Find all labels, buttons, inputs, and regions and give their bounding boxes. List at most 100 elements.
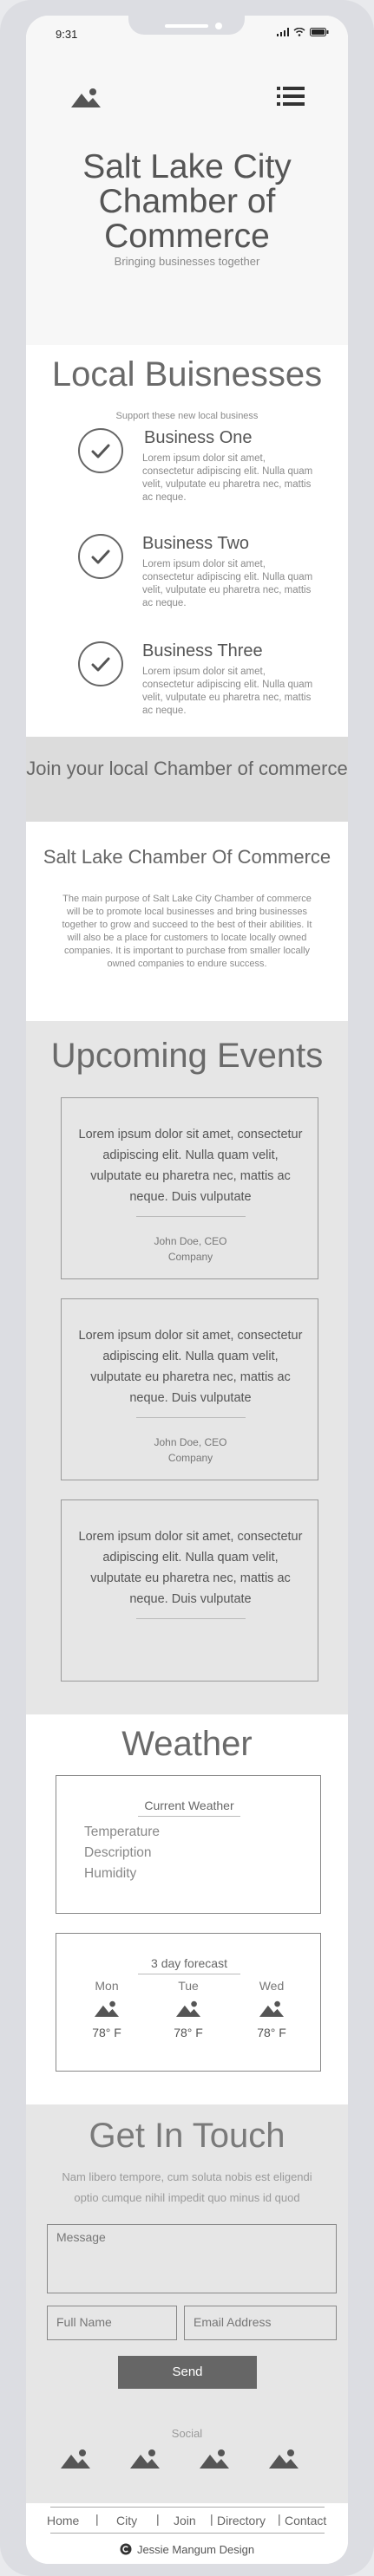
page-subtitle: Bringing businesses together <box>114 255 260 268</box>
logo-image-icon[interactable] <box>71 87 101 107</box>
weather-image-icon <box>259 2000 284 2017</box>
event-text: Lorem ipsum dolor sit amet, consectetur … <box>78 1329 303 1405</box>
contact-title: Get In Touch <box>89 2117 285 2155</box>
event-author-company: Company <box>167 1251 213 1263</box>
events-title: Upcoming Events <box>50 1037 324 1075</box>
check-circle-icon <box>78 534 123 579</box>
event-text: Lorem ipsum dolor sit amet, consectetur … <box>78 1530 303 1606</box>
event-author: John Doe, CEO Company <box>62 1233 319 1265</box>
forecast-temp: 78° F <box>257 2026 286 2039</box>
forecast-day-name: Mon <box>95 1979 119 1993</box>
signal-icon <box>276 28 289 36</box>
join-banner-text: Join your local Chamber of commerce <box>26 758 348 779</box>
forecast-card: 3 day forecast Mon 78° F Tue 78° F Wed 7… <box>56 1933 321 2072</box>
full-name-field[interactable]: Full Name <box>47 2306 177 2340</box>
divider <box>138 1816 240 1817</box>
footer-link-directory[interactable]: Directory <box>217 2514 266 2527</box>
event-author-name: John Doe, CEO <box>154 1235 227 1247</box>
site-footer: Home | City | Join | Directory | Contact… <box>26 2503 348 2564</box>
footer-link-join[interactable]: Join <box>174 2514 196 2527</box>
local-businesses-subtitle: Support these new local business <box>115 411 259 421</box>
chamber-description: The main purpose of Salt Lake City Chamb… <box>62 894 312 969</box>
weather-description: Description <box>84 1845 152 1860</box>
business-item[interactable]: Business Two Lorem ipsum dolor sit amet,… <box>78 534 338 629</box>
forecast-caption: 3 day forecast <box>151 1956 227 1970</box>
event-card[interactable]: Lorem ipsum dolor sit amet, consectetur … <box>61 1298 318 1480</box>
weather-section: Weather Current Weather Temperature Desc… <box>26 1714 348 2104</box>
forecast-day: Wed 78° F <box>246 1979 298 2039</box>
event-text: Lorem ipsum dolor sit amet, consectetur … <box>78 1128 303 1204</box>
weather-temperature: Temperature <box>84 1825 161 1839</box>
footer-link-home[interactable]: Home <box>47 2514 79 2527</box>
phone-screen: 9:31 Salt Lake City Chamber of Commerce … <box>26 16 348 2564</box>
email-field[interactable]: Email Address <box>184 2306 337 2340</box>
status-icons <box>276 27 329 39</box>
event-author-name: John Doe, CEO <box>154 1436 227 1448</box>
social-image-icon[interactable] <box>61 2448 90 2469</box>
hamburger-menu-icon[interactable] <box>277 87 305 106</box>
forecast-temp: 78° F <box>92 2026 121 2039</box>
current-weather-card: Current Weather Temperature Description … <box>56 1775 321 1914</box>
page-title: Salt Lake City Chamber of Commerce <box>82 148 292 255</box>
forecast-temp: 78° F <box>174 2026 203 2039</box>
chamber-title: Salt Lake Chamber Of Commerce <box>43 846 331 868</box>
copyright-text: Jessie Mangum Design <box>136 2543 255 2556</box>
divider <box>136 1417 246 1418</box>
footer-separator: | <box>278 2512 281 2526</box>
business-item[interactable]: Business Three Lorem ipsum dolor sit ame… <box>78 641 338 737</box>
local-businesses-title: Local Buisnesses <box>51 355 323 394</box>
weather-humidity: Humidity <box>84 1866 137 1881</box>
social-label: Social <box>171 2427 203 2440</box>
business-name: Business Two <box>142 534 250 553</box>
contact-section: Get In Touch Nam libero tempore, cum sol… <box>26 2104 348 2521</box>
battery-icon <box>310 28 329 36</box>
business-description: Lorem ipsum dolor sit amet, consectetur … <box>142 453 313 503</box>
weather-title: Weather <box>121 1725 253 1763</box>
camera <box>215 23 222 29</box>
divider <box>50 2507 325 2508</box>
business-name: Business Three <box>142 641 263 660</box>
site-header: Salt Lake City Chamber of Commerce Bring… <box>26 50 348 345</box>
weather-image-icon <box>176 2000 200 2017</box>
social-image-icon[interactable] <box>269 2448 299 2469</box>
forecast-day-name: Tue <box>178 1979 199 1993</box>
current-weather-caption: Current Weather <box>144 1799 234 1812</box>
event-card[interactable]: Lorem ipsum dolor sit amet, consectetur … <box>61 1499 318 1682</box>
contact-subtitle: Nam libero tempore, cum soluta nobis est… <box>62 2170 312 2204</box>
divider <box>136 1216 246 1217</box>
footer-link-contact[interactable]: Contact <box>285 2514 326 2527</box>
forecast-day: Tue 78° F <box>162 1979 214 2039</box>
wifi-icon <box>293 27 305 36</box>
check-circle-icon <box>78 428 123 473</box>
footer-separator: | <box>156 2512 160 2526</box>
footer-separator: | <box>210 2512 213 2526</box>
send-button[interactable]: Send <box>118 2356 257 2389</box>
social-image-icon[interactable] <box>130 2448 160 2469</box>
event-card[interactable]: Lorem ipsum dolor sit amet, consectetur … <box>61 1097 318 1279</box>
event-author: John Doe, CEO Company <box>62 1434 319 1466</box>
social-image-icon[interactable] <box>200 2448 229 2469</box>
events-section: Upcoming Events Lorem ipsum dolor sit am… <box>26 1021 348 1714</box>
footer-link-city[interactable]: City <box>116 2514 137 2527</box>
forecast-day: Mon 78° F <box>81 1979 133 2039</box>
copyright: Jessie Mangum Design <box>26 2543 348 2556</box>
business-description: Lorem ipsum dolor sit amet, consectetur … <box>142 559 313 608</box>
check-circle-icon <box>78 641 123 686</box>
business-item[interactable]: Business One Lorem ipsum dolor sit amet,… <box>78 428 338 524</box>
message-field[interactable]: Message <box>47 2224 337 2293</box>
event-author-company: Company <box>167 1452 213 1464</box>
status-time: 9:31 <box>56 28 78 41</box>
weather-image-icon <box>95 2000 119 2017</box>
device-frame: 9:31 Salt Lake City Chamber of Commerce … <box>0 0 374 2576</box>
join-banner[interactable]: Join your local Chamber of commerce <box>26 737 348 822</box>
status-bar: 9:31 <box>26 16 348 50</box>
copyright-icon <box>120 2543 132 2555</box>
business-name: Business One <box>144 428 253 447</box>
notch <box>128 16 245 35</box>
footer-separator: | <box>95 2512 99 2526</box>
divider <box>50 2533 325 2534</box>
forecast-day-name: Wed <box>259 1979 285 1993</box>
divider <box>136 1618 246 1619</box>
business-description: Lorem ipsum dolor sit amet, consectetur … <box>142 667 313 716</box>
speaker <box>165 24 208 28</box>
